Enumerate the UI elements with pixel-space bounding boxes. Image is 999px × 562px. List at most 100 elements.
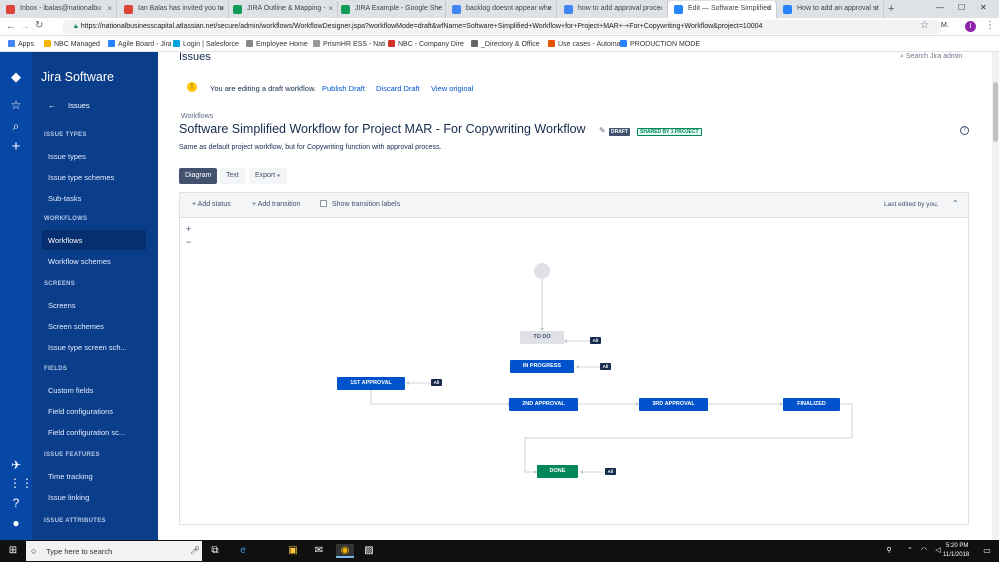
status-todo[interactable]: TO DO xyxy=(520,331,564,344)
bookmark-item[interactable]: NBC - Company Dire xyxy=(388,40,464,48)
browser-tab[interactable]: how to add approval proce × xyxy=(558,1,668,18)
bookmark-star-icon[interactable]: ☆ xyxy=(920,20,929,31)
sidebar-item-issue-type-schemes[interactable]: Issue type schemes xyxy=(42,167,146,187)
tab-diagram[interactable]: Diagram xyxy=(179,168,217,184)
windows-start-icon[interactable]: ⊞ xyxy=(6,544,20,558)
page-scrollbar[interactable] xyxy=(992,52,999,540)
mail-icon[interactable]: ✉ xyxy=(312,544,326,558)
search-icon[interactable]: ⌕ xyxy=(9,119,23,133)
profile-avatar[interactable]: I xyxy=(965,21,976,32)
workflow-diagram-canvas[interactable]: + − TO DO All IN PROGRESS All 1ST APPROV… xyxy=(179,217,969,525)
admin-search[interactable]: ⌕ Search Jira admin xyxy=(900,53,962,61)
sidebar-item-time-tracking[interactable]: Time tracking xyxy=(42,466,146,486)
close-window-button[interactable]: ✕ xyxy=(980,3,987,12)
sidebar-item-issue-types[interactable]: Issue types xyxy=(42,146,146,166)
sidebar-item-workflow-schemes[interactable]: Workflow schemes xyxy=(42,251,146,271)
shared-badge[interactable]: SHARED BY 1 PROJECT xyxy=(637,128,702,136)
sidebar-item-issue-linking[interactable]: Issue linking xyxy=(42,487,146,507)
status-done[interactable]: DONE xyxy=(537,465,578,478)
clock-date[interactable]: 11/1/2018 xyxy=(943,552,969,558)
jira-logo-icon[interactable]: ◆ xyxy=(9,70,23,84)
publish-draft-link[interactable]: Publish Draft xyxy=(322,84,365,93)
collapse-icon[interactable]: ⌃ xyxy=(952,199,959,208)
sidebar-item-screen-schemes[interactable]: Screen schemes xyxy=(42,316,146,336)
sidebar-item-custom-fields[interactable]: Custom fields xyxy=(42,380,146,400)
sidebar-item-issue-type-screen-sch[interactable]: Issue type screen sch... xyxy=(42,337,146,357)
bookmark-item[interactable]: Apps xyxy=(8,40,34,48)
view-original-link[interactable]: View original xyxy=(431,84,473,93)
reload-icon[interactable]: ↻ xyxy=(35,20,43,31)
status-2nd-approval[interactable]: 2ND APPROVAL xyxy=(509,398,578,411)
microphone-icon[interactable]: 🎤︎ xyxy=(190,546,200,555)
bookmark-item[interactable]: _Directory & Office xyxy=(471,40,540,48)
create-icon[interactable]: + xyxy=(9,139,23,154)
status-in-progress[interactable]: IN PROGRESS xyxy=(510,360,574,373)
close-tab-icon[interactable]: × xyxy=(219,4,224,13)
clock-time[interactable]: 5:20 PM xyxy=(946,543,968,549)
status-1st-approval[interactable]: 1ST APPROVAL xyxy=(337,377,405,390)
chrome-menu-icon[interactable]: ⋮ xyxy=(985,20,995,31)
breadcrumb[interactable]: Workflows xyxy=(181,113,213,120)
star-icon[interactable]: ☆ xyxy=(9,98,23,112)
tray-chevron-icon[interactable]: ⌃ xyxy=(903,544,917,558)
browser-tab[interactable]: Inbox - ibalas@nationalbu × xyxy=(0,1,117,18)
bookmark-item[interactable]: NBC Managed xyxy=(44,40,100,48)
browser-tab[interactable]: Ian Balas has invited you to × xyxy=(118,1,229,18)
export-dropdown[interactable]: Export ▾ xyxy=(249,168,287,184)
bookmark-item[interactable]: PrismHR ESS - Nati xyxy=(313,40,386,48)
tab-text[interactable]: Text xyxy=(220,168,246,184)
new-tab-button[interactable]: + xyxy=(888,3,894,15)
sidebar-item-field-configuration-sc[interactable]: Field configuration sc... xyxy=(42,422,146,442)
notifications-icon[interactable]: ✈ xyxy=(9,458,23,472)
close-tab-icon[interactable]: × xyxy=(328,4,333,13)
close-tab-icon[interactable]: × xyxy=(547,4,552,13)
browser-tab[interactable]: JIRA Outline & Mapping - × xyxy=(227,1,338,18)
store-icon[interactable]: ▣ xyxy=(286,544,300,558)
bookmark-item[interactable]: Use cases - Automat xyxy=(548,40,623,48)
back-icon[interactable]: ← xyxy=(48,101,56,110)
bookmark-item[interactable]: Employee Home xyxy=(246,40,308,48)
edge-icon[interactable]: e xyxy=(236,544,250,558)
initial-state-node[interactable] xyxy=(534,263,550,279)
chrome-icon[interactable]: ◉ xyxy=(336,544,354,558)
browser-tab[interactable]: backlog doesnt appear whe × xyxy=(446,1,557,18)
add-transition-button[interactable]: + Add transition xyxy=(252,201,300,208)
url-input[interactable]: 🔒︎ https://nationalbusinesscapital.atlass… xyxy=(62,20,942,34)
profile-icon[interactable]: ● xyxy=(9,516,23,530)
add-status-button[interactable]: + Add status xyxy=(192,201,231,208)
help-icon[interactable]: ? xyxy=(9,496,23,510)
sidebar-item-workflows[interactable]: Workflows xyxy=(42,230,146,250)
close-tab-icon[interactable]: × xyxy=(658,4,663,13)
scrollbar-thumb[interactable] xyxy=(993,82,998,142)
taskbar-search[interactable]: ○ Type here to search 🎤︎ xyxy=(26,541,202,561)
minimize-button[interactable]: — xyxy=(936,3,944,12)
maximize-button[interactable]: ☐ xyxy=(958,3,965,12)
action-center-icon[interactable]: ▭ xyxy=(980,544,994,558)
status-3rd-approval[interactable]: 3RD APPROVAL xyxy=(639,398,708,411)
photos-icon[interactable]: ▨ xyxy=(362,544,376,558)
browser-tab[interactable]: How to add an approval st × xyxy=(777,1,884,18)
bookmark-item[interactable]: PRODUCTION MODE xyxy=(620,40,700,48)
sidebar-item-sub-tasks[interactable]: Sub-tasks xyxy=(42,188,146,208)
people-icon[interactable]: ⚲ xyxy=(882,544,896,558)
back-arrow-icon[interactable]: ← xyxy=(6,21,16,32)
sidebar-item-screens[interactable]: Screens xyxy=(42,295,146,315)
network-icon[interactable]: ◠ xyxy=(917,544,931,558)
task-view-icon[interactable]: ⧉ xyxy=(208,544,222,558)
browser-tab[interactable]: Edit — Software Simplified × xyxy=(668,1,777,18)
browser-tab[interactable]: JIRA Example - Google She × xyxy=(335,1,446,18)
close-tab-icon[interactable]: × xyxy=(874,4,879,13)
show-labels-checkbox[interactable] xyxy=(320,200,327,207)
app-switcher-icon[interactable]: ⋮⋮ xyxy=(9,476,33,490)
bookmark-item[interactable]: Agile Board - Jira xyxy=(108,40,172,48)
back-to-issues-link[interactable]: Issues xyxy=(68,101,90,110)
close-tab-icon[interactable]: × xyxy=(436,4,441,13)
forward-arrow-icon[interactable]: → xyxy=(20,21,30,32)
close-tab-icon[interactable]: × xyxy=(107,4,112,13)
sidebar-item-field-configurations[interactable]: Field configurations xyxy=(42,401,146,421)
status-finalized[interactable]: FINALIZED xyxy=(783,398,840,411)
close-tab-icon[interactable]: × xyxy=(767,4,772,13)
help-icon[interactable]: ? xyxy=(960,126,969,135)
edit-pencil-icon[interactable]: ✎ xyxy=(599,126,606,135)
bookmark-item[interactable]: Login | Salesforce xyxy=(173,40,239,48)
